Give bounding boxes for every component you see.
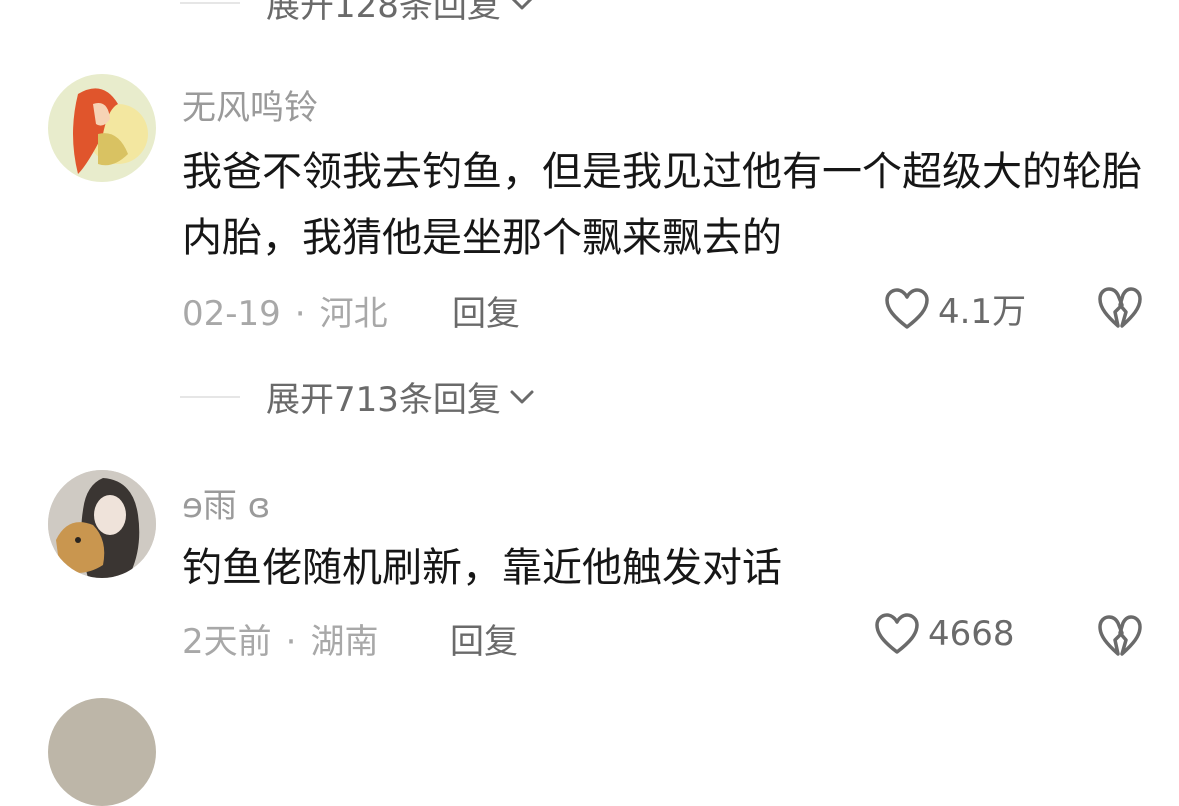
broken-heart-icon <box>1098 287 1142 328</box>
expand-replies[interactable]: 展开713条回复 <box>180 372 535 421</box>
broken-heart-icon <box>1098 615 1142 656</box>
comment-date: 2天前 <box>182 622 272 662</box>
expand-replies-label: 展开713条回复 <box>266 380 501 420</box>
comment-date: 02-19 <box>182 294 281 334</box>
avatar[interactable] <box>48 698 156 806</box>
comment-text: 我爸不领我去钓鱼，但是我见过他有一个超级大的轮胎内胎，我猜他是坐那个飘来飘去的 <box>182 149 1142 261</box>
comment-text: 钓鱼佬随机刷新，靠近他触发对话 <box>182 545 782 591</box>
expand-replies-label: 展开128条回复 <box>266 0 501 26</box>
comment-meta: 2天前 · 湖南 <box>182 622 379 662</box>
dislike-button[interactable] <box>1097 614 1143 662</box>
comment-meta: 02-19 · 河北 <box>182 294 388 334</box>
comment-location: 河北 <box>319 294 388 334</box>
chevron-down-icon <box>510 390 534 403</box>
dislike-button[interactable] <box>1097 286 1143 334</box>
reply-button[interactable]: 回复 <box>450 614 518 663</box>
comment-username[interactable]: 无风鸣铃 <box>182 80 318 129</box>
divider-line <box>180 1 240 4</box>
expand-replies-top[interactable]: 展开128条回复 <box>180 0 535 27</box>
avatar[interactable] <box>48 74 156 182</box>
heart-outline-icon <box>875 613 919 654</box>
like-button[interactable]: 4668 <box>874 612 1015 656</box>
like-count: 4668 <box>928 614 1015 654</box>
avatar[interactable] <box>48 470 156 578</box>
heart-outline-icon <box>885 287 929 329</box>
like-count: 4.1万 <box>938 292 1027 332</box>
reply-button[interactable]: 回复 <box>452 286 520 335</box>
divider-line <box>180 395 240 398</box>
like-button[interactable]: 4.1万 <box>884 284 1026 333</box>
comment-location: 湖南 <box>310 622 379 662</box>
comment-username[interactable]: ɘ雨 ɞ <box>182 478 270 527</box>
chevron-down-icon <box>512 0 532 9</box>
